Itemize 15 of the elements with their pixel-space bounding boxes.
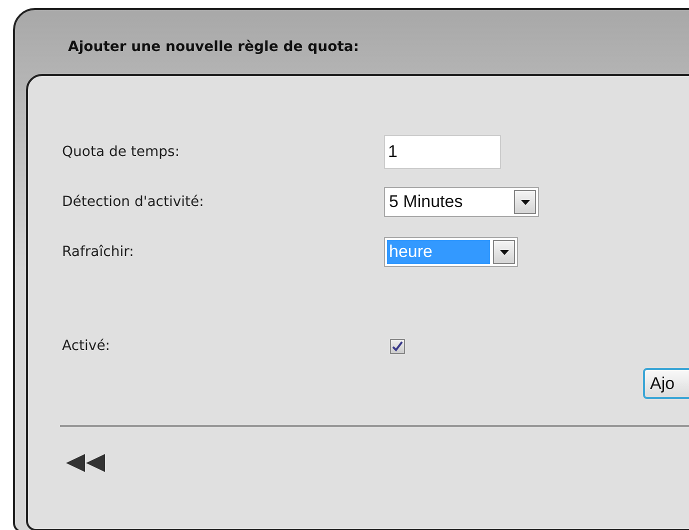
field-label: Activé: — [62, 336, 112, 356]
dialog-title: Ajouter une nouvelle règle de quota: — [68, 38, 359, 56]
back-icon[interactable] — [66, 453, 106, 473]
select-field[interactable]: 5 Minutes — [384, 187, 539, 217]
enabled-checkbox[interactable] — [390, 338, 405, 354]
caret-icon — [520, 200, 530, 204]
dropdown-button[interactable] — [493, 240, 515, 264]
field-label: Détection d'activité: — [62, 192, 205, 212]
add-button[interactable]: Ajo — [643, 368, 689, 399]
field-label: Quota de temps: — [62, 142, 181, 162]
quota-field[interactable]: 1 — [384, 135, 501, 169]
caret-icon — [500, 250, 508, 254]
field-label: Rafraîchir: — [62, 242, 135, 262]
dropdown-button[interactable] — [514, 190, 536, 214]
check-icon — [392, 340, 403, 352]
